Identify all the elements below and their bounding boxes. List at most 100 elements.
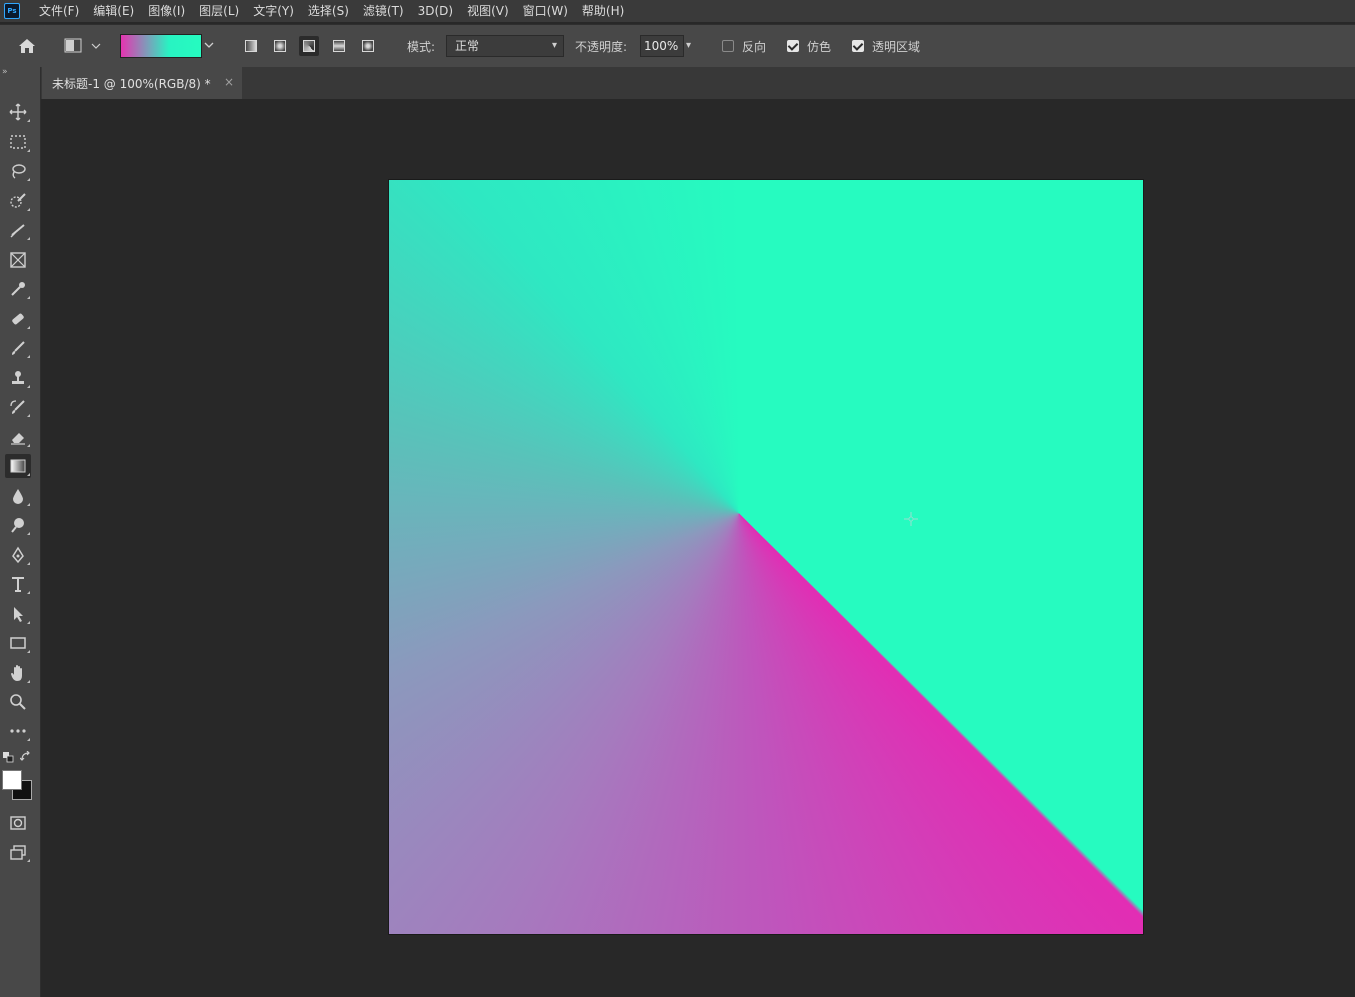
- magnifier-icon: [10, 694, 26, 710]
- frame-icon: [10, 252, 26, 268]
- reflected-gradient-icon: [333, 40, 345, 52]
- drop-icon: [13, 489, 23, 504]
- more-dots-icon: [10, 729, 26, 733]
- marquee-tool[interactable]: [5, 130, 31, 154]
- foreground-color-swatch[interactable]: [2, 770, 22, 790]
- quick-selection-icon: [10, 193, 26, 208]
- document-canvas[interactable]: [389, 180, 1143, 934]
- crosshair-cursor-icon: [904, 512, 918, 526]
- reverse-checkbox[interactable]: [722, 40, 734, 52]
- swap-colors-icon[interactable]: [19, 750, 32, 763]
- gradient-editor-swatch[interactable]: [120, 34, 202, 58]
- lasso-tool[interactable]: [5, 159, 31, 183]
- dodge-icon: [11, 518, 24, 533]
- zoom-tool[interactable]: [5, 690, 31, 714]
- screen-mode-button[interactable]: [5, 840, 31, 864]
- dodge-tool[interactable]: [5, 513, 31, 537]
- pen-tool[interactable]: [5, 543, 31, 567]
- menu-image[interactable]: 图像(I): [141, 0, 192, 22]
- eyedropper-icon: [11, 282, 25, 296]
- tool-preset-picker[interactable]: [62, 36, 104, 56]
- opacity-input[interactable]: 100%: [640, 35, 684, 57]
- rectangle-tool[interactable]: [5, 631, 31, 655]
- document-tab[interactable]: 未标题-1 @ 100%(RGB/8) * ×: [42, 67, 242, 99]
- history-brush-icon: [10, 400, 25, 414]
- opacity-label: 不透明度:: [575, 40, 628, 54]
- chevron-down-icon: ▾: [551, 40, 557, 51]
- angle-gradient-icon: [303, 40, 315, 52]
- mode-label: 模式:: [407, 40, 436, 54]
- canvas-workspace[interactable]: [41, 99, 1355, 997]
- opacity-slider-chevron-icon[interactable]: ▾: [686, 35, 700, 57]
- clone-stamp-tool[interactable]: [5, 366, 31, 390]
- diamond-gradient-button[interactable]: [358, 36, 378, 56]
- gradient-picker-chevron-icon[interactable]: [202, 38, 216, 52]
- gradient-icon: [10, 459, 26, 473]
- linear-gradient-button[interactable]: [241, 36, 261, 56]
- screen-mode-icon: [10, 845, 26, 860]
- healing-brush-tool[interactable]: [5, 307, 31, 331]
- brush-tool[interactable]: [5, 336, 31, 360]
- reflected-gradient-button[interactable]: [329, 36, 349, 56]
- edit-toolbar-button[interactable]: [5, 719, 31, 743]
- transparency-label: 透明区域: [872, 40, 921, 54]
- type-tool[interactable]: [5, 572, 31, 596]
- rectangular-marquee-icon: [10, 135, 26, 149]
- eraser-icon: [11, 433, 25, 445]
- radial-gradient-icon: [274, 40, 286, 52]
- close-icon[interactable]: ×: [224, 75, 234, 89]
- eyedropper-tool[interactable]: [5, 277, 31, 301]
- blend-mode-select[interactable]: 正常 ▾: [446, 35, 564, 57]
- home-icon[interactable]: [16, 35, 38, 57]
- menu-file[interactable]: 文件(F): [32, 0, 86, 22]
- photoshop-logo-icon[interactable]: Ps: [4, 3, 20, 19]
- quick-mask-icon: [10, 816, 26, 830]
- dither-label: 仿色: [807, 40, 832, 54]
- menu-filter[interactable]: 滤镜(T): [356, 0, 411, 22]
- default-colors-icon[interactable]: [2, 751, 14, 763]
- rectangle-icon: [10, 637, 26, 649]
- quick-mask-button[interactable]: [5, 811, 31, 835]
- eraser-tool[interactable]: [5, 425, 31, 449]
- blur-tool[interactable]: [5, 484, 31, 508]
- angle-gradient-button[interactable]: [299, 36, 319, 56]
- frame-tool[interactable]: [5, 248, 31, 272]
- collapse-panel-icon[interactable]: »: [2, 67, 8, 77]
- crop-icon: [10, 224, 25, 238]
- path-selection-tool[interactable]: [5, 602, 31, 626]
- menu-type[interactable]: 文字(Y): [246, 0, 301, 22]
- menu-layer[interactable]: 图层(L): [192, 0, 246, 22]
- pen-icon: [12, 546, 24, 564]
- linear-gradient-icon: [245, 40, 257, 52]
- arrow-cursor-icon: [14, 607, 23, 622]
- menu-3d[interactable]: 3D(D): [411, 0, 460, 22]
- quick-selection-tool[interactable]: [5, 189, 31, 213]
- menu-bar: Ps 文件(F) 编辑(E) 图像(I) 图层(L) 文字(Y) 选择(S) 滤…: [0, 0, 1355, 22]
- menu-view[interactable]: 视图(V): [460, 0, 516, 22]
- history-brush-tool[interactable]: [5, 395, 31, 419]
- menu-help[interactable]: 帮助(H): [575, 0, 631, 22]
- menu-edit[interactable]: 编辑(E): [86, 0, 141, 22]
- stamp-icon: [12, 371, 24, 384]
- options-bar: 模式: 正常 ▾ 不透明度: 100% ▾ 反向 仿色 透明区域: [0, 24, 1355, 68]
- gradient-tool[interactable]: [5, 454, 31, 478]
- diamond-gradient-icon: [362, 40, 374, 52]
- hand-tool[interactable]: [5, 661, 31, 685]
- menu-window[interactable]: 窗口(W): [516, 0, 575, 22]
- crop-tool[interactable]: [5, 218, 31, 242]
- type-icon: [12, 577, 24, 592]
- transparency-checkbox[interactable]: [852, 40, 864, 52]
- hand-icon: [11, 665, 22, 681]
- move-icon: [9, 103, 27, 121]
- menu-select[interactable]: 选择(S): [301, 0, 356, 22]
- blend-mode-value: 正常: [455, 39, 480, 53]
- document-tab-bar: 未标题-1 @ 100%(RGB/8) * ×: [41, 67, 1355, 99]
- bandage-icon: [12, 313, 24, 325]
- brush-icon: [12, 341, 25, 355]
- reverse-label: 反向: [742, 40, 767, 54]
- move-tool[interactable]: [5, 100, 31, 124]
- dither-checkbox[interactable]: [787, 40, 799, 52]
- tools-panel: »: [0, 67, 41, 997]
- radial-gradient-button[interactable]: [270, 36, 290, 56]
- document-tab-title: 未标题-1 @ 100%(RGB/8) *: [52, 76, 211, 91]
